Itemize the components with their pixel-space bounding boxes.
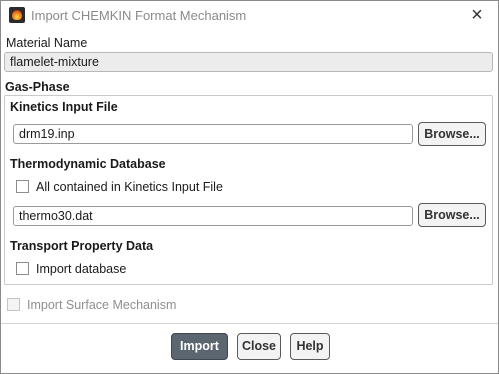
help-button[interactable]: Help — [290, 333, 330, 360]
all-contained-label: All contained in Kinetics Input File — [36, 180, 223, 194]
kinetics-input-heading: Kinetics Input File — [10, 100, 118, 114]
material-name-field[interactable]: flamelet-mixture — [4, 52, 493, 72]
thermo-file-field[interactable]: thermo30.dat — [13, 206, 413, 226]
import-chemkin-dialog: Import CHEMKIN Format Mechanism × Materi… — [0, 0, 499, 374]
kinetics-browse-button[interactable]: Browse... — [418, 122, 486, 146]
import-database-label: Import database — [36, 262, 127, 276]
dialog-footer: Import Close Help — [1, 324, 498, 373]
title-bar: Import CHEMKIN Format Mechanism × — [1, 1, 498, 29]
fluent-flame-icon — [9, 7, 25, 23]
close-button[interactable]: Close — [237, 333, 281, 360]
thermo-database-heading: Thermodynamic Database — [10, 157, 166, 171]
import-database-checkbox[interactable] — [16, 262, 29, 275]
kinetics-file-field[interactable]: drm19.inp — [13, 124, 413, 144]
gas-phase-heading: Gas-Phase — [5, 80, 70, 94]
all-contained-checkbox[interactable] — [16, 180, 29, 193]
material-name-label: Material Name — [6, 36, 88, 50]
import-surface-label: Import Surface Mechanism — [27, 298, 177, 312]
window-title: Import CHEMKIN Format Mechanism — [31, 8, 247, 23]
close-window-icon[interactable]: × — [466, 4, 488, 26]
thermo-browse-button[interactable]: Browse... — [418, 203, 486, 227]
transport-property-heading: Transport Property Data — [10, 239, 154, 253]
import-surface-checkbox[interactable] — [7, 298, 20, 311]
import-button[interactable]: Import — [171, 333, 228, 360]
